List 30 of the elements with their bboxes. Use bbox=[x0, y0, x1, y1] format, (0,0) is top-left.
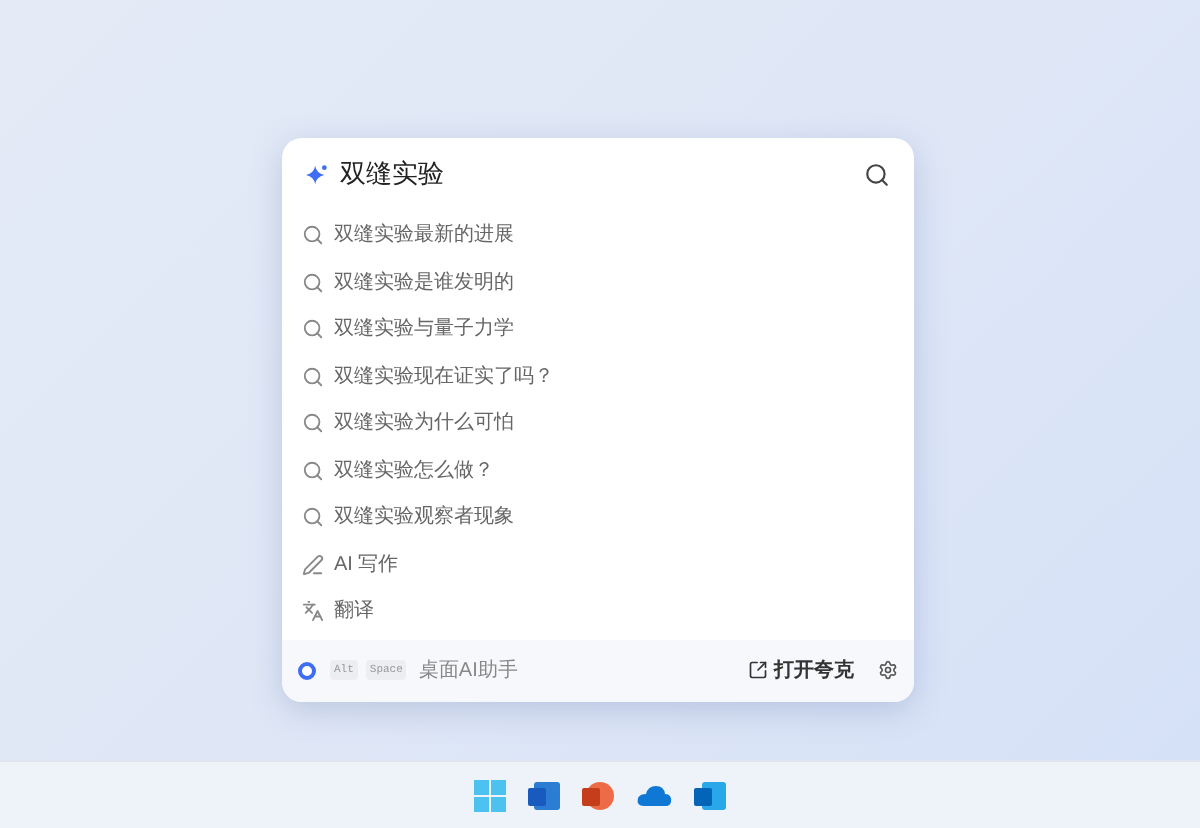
search-icon bbox=[302, 412, 324, 435]
suggestion-item[interactable]: 双缝实验怎么做？ bbox=[282, 447, 914, 494]
suggestion-item[interactable]: 双缝实验为什么可怕 bbox=[282, 400, 914, 447]
search-icon bbox=[302, 459, 324, 482]
suggestion-item[interactable]: 双缝实验与量子力学 bbox=[282, 306, 914, 353]
suggestion-item[interactable]: 双缝实验是谁发明的 bbox=[282, 259, 914, 306]
search-icon[interactable] bbox=[864, 161, 890, 187]
cloud-icon[interactable] bbox=[636, 783, 672, 807]
document-app-icon[interactable] bbox=[528, 779, 560, 811]
suggestion-item[interactable]: AI 写作 bbox=[282, 541, 914, 588]
suggestion-item[interactable]: 双缝实验最新的进展 bbox=[282, 212, 914, 259]
search-icon bbox=[302, 224, 324, 247]
search-field[interactable]: 双缝实验 bbox=[340, 154, 852, 194]
suggestion-item[interactable]: 翻译 bbox=[282, 588, 914, 635]
settings-icon[interactable] bbox=[878, 660, 898, 680]
translate-icon bbox=[302, 600, 324, 623]
sparkle-icon bbox=[306, 163, 328, 185]
pen-icon bbox=[302, 553, 324, 576]
search-icon bbox=[302, 271, 324, 294]
search-icon bbox=[302, 506, 324, 529]
open-app-button[interactable]: 打开夸克 bbox=[748, 655, 854, 685]
assistant-label: 桌面AI助手 bbox=[418, 657, 518, 685]
assistant-logo-icon bbox=[298, 661, 316, 679]
suggestion-item[interactable]: 双缝实验观察者现象 bbox=[282, 494, 914, 541]
suggestion-item[interactable]: 双缝实验现在证实了吗？ bbox=[282, 353, 914, 400]
search-icon bbox=[302, 318, 324, 341]
open-external-icon bbox=[748, 660, 768, 680]
presentation-app-icon[interactable] bbox=[582, 779, 614, 811]
search-icon bbox=[302, 365, 324, 388]
mail-app-icon[interactable] bbox=[694, 779, 726, 811]
